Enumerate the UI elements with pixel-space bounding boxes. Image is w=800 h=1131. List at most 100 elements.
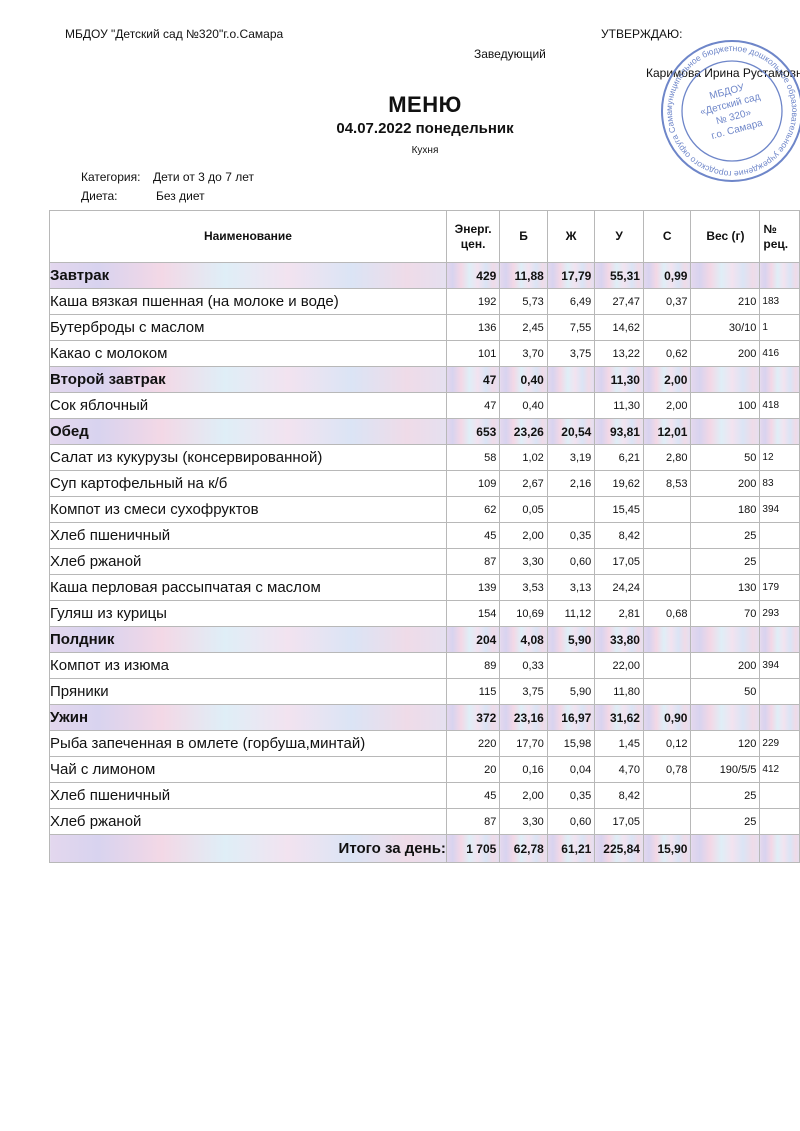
fat-value: 11,12 (546, 600, 596, 627)
energy-value: 20 (445, 756, 501, 783)
recipe-number (759, 548, 800, 575)
vitamin-c-value: 12,01 (642, 418, 692, 445)
carb-value: 17,05 (594, 548, 644, 575)
weight-value: 190/5/5 (690, 756, 761, 783)
energy-value: 47 (445, 366, 501, 393)
fat-value: 3,19 (546, 444, 596, 471)
col-header-energy: Энерг. цен. (445, 210, 501, 263)
energy-value: 62 (445, 496, 501, 523)
weight-value: 70 (690, 600, 761, 627)
weight-value (690, 626, 761, 653)
recipe-number (759, 626, 800, 653)
total-energy: 1 705 (445, 834, 501, 863)
dish-name: Хлеб пшеничный (49, 782, 447, 809)
carb-value: 11,30 (594, 392, 644, 419)
meal-section-row: Ужин 372 23,16 16,97 31,62 0,90 (49, 704, 800, 731)
weight-value: 210 (690, 288, 761, 315)
recipe-number (759, 418, 800, 445)
protein-value: 0,33 (499, 652, 548, 679)
dish-name: Хлеб пшеничный (49, 522, 447, 549)
protein-value: 2,00 (499, 782, 548, 809)
recipe-number (759, 262, 800, 289)
energy-value: 47 (445, 392, 501, 419)
vitamin-c-value (642, 496, 692, 523)
weight-value: 200 (690, 652, 761, 679)
energy-value: 372 (445, 704, 501, 731)
vitamin-c-value: 2,80 (642, 444, 692, 471)
carb-value: 4,70 (594, 756, 644, 783)
fat-value (546, 652, 596, 679)
weight-value: 180 (690, 496, 761, 523)
table-row: Сок яблочный 47 0,40 11,30 2,00 100 418 (49, 392, 800, 419)
energy-value: 136 (445, 314, 501, 341)
recipe-number: 12 (759, 444, 800, 471)
carb-value: 19,62 (594, 470, 644, 497)
table-row: Рыба запеченная в омлете (горбуша,минтай… (49, 730, 800, 757)
fat-value (546, 392, 596, 419)
protein-value: 3,30 (499, 548, 548, 575)
vitamin-c-value (642, 652, 692, 679)
dish-name: Хлеб ржаной (49, 548, 447, 575)
energy-value: 192 (445, 288, 501, 315)
weight-value: 130 (690, 574, 761, 601)
fat-value: 17,79 (546, 262, 596, 289)
category-label: Категория: (81, 170, 141, 184)
dish-name: Рыба запеченная в омлете (горбуша,минтай… (49, 730, 447, 757)
total-label: Итого за день: (49, 834, 447, 863)
carb-value: 24,24 (594, 574, 644, 601)
col-header-u: У (594, 210, 644, 263)
total-u: 225,84 (594, 834, 644, 863)
carb-value: 22,00 (594, 652, 644, 679)
diet-value: Без диет (156, 189, 205, 203)
fat-value: 3,75 (546, 340, 596, 367)
protein-value: 1,02 (499, 444, 548, 471)
col-header-weight: Вес (г) (690, 210, 761, 263)
table-row: Салат из кукурузы (консервированной) 58 1,… (49, 444, 800, 471)
dish-name: Компот из смеси сухофруктов (49, 496, 447, 523)
meal-section-row: Обед 653 23,26 20,54 93,81 12,01 (49, 418, 800, 445)
fat-value (546, 366, 596, 393)
fat-value: 7,55 (546, 314, 596, 341)
table-row: Каша вязкая пшенная (на молоке и воде) 19… (49, 288, 800, 315)
dish-name: Гуляш из курицы (49, 600, 447, 627)
col-header-s: С (642, 210, 692, 263)
fat-value: 0,35 (546, 522, 596, 549)
carb-value: 27,47 (594, 288, 644, 315)
dish-name: Каша вязкая пшенная (на молоке и воде) (49, 288, 447, 315)
recipe-number: 412 (759, 756, 800, 783)
carb-value: 1,45 (594, 730, 644, 757)
table-row: Компот из изюма 89 0,33 22,00 200 394 (49, 652, 800, 679)
carb-value: 17,05 (594, 808, 644, 835)
table-row: Чай с лимоном 20 0,16 0,04 4,70 0,78 190/5/5 41… (49, 756, 800, 783)
menu-table: Наименование Энерг. цен. Б Ж У С Вес (г)… (49, 210, 800, 863)
dish-name: Бутерброды с маслом (49, 314, 447, 341)
energy-value: 115 (445, 678, 501, 705)
total-zh: 61,21 (546, 834, 596, 863)
energy-value: 429 (445, 262, 501, 289)
protein-value: 23,26 (499, 418, 548, 445)
fat-value: 6,49 (546, 288, 596, 315)
vitamin-c-value: 0,78 (642, 756, 692, 783)
energy-value: 101 (445, 340, 501, 367)
carb-value: 13,22 (594, 340, 644, 367)
weight-value: 50 (690, 444, 761, 471)
energy-value: 45 (445, 522, 501, 549)
vitamin-c-value (642, 626, 692, 653)
page-title: МЕНЮ (388, 92, 462, 117)
carb-value: 11,80 (594, 678, 644, 705)
carb-value: 93,81 (594, 418, 644, 445)
diet-label: Диета: (81, 189, 118, 203)
table-row: Какао с молоком 101 3,70 3,75 13,22 0,62 200 41… (49, 340, 800, 367)
head-position: Заведующий (474, 47, 546, 61)
vitamin-c-value (642, 548, 692, 575)
energy-value: 220 (445, 730, 501, 757)
recipe-number (759, 678, 800, 705)
total-s: 15,90 (642, 834, 692, 863)
vitamin-c-value (642, 782, 692, 809)
recipe-number (759, 808, 800, 835)
table-row: Каша перловая рассыпчатая с маслом 139 3,5… (49, 574, 800, 601)
meal-section-row: Полдник 204 4,08 5,90 33,80 (49, 626, 800, 653)
table-row: Хлеб ржаной 87 3,30 0,60 17,05 25 (49, 548, 800, 575)
protein-value: 0,05 (499, 496, 548, 523)
col-header-zh: Ж (546, 210, 596, 263)
